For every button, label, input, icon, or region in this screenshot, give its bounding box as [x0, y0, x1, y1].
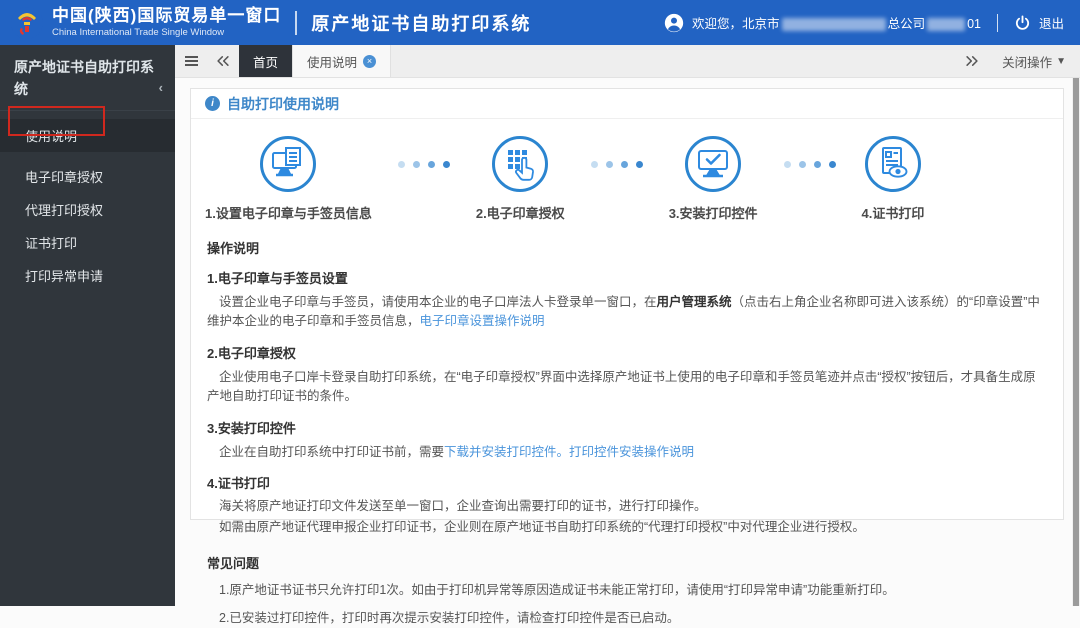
- sidebar-title-text: 原产地证书自助打印系统: [14, 59, 154, 97]
- single-window-logo-icon: [10, 6, 44, 40]
- redacted-company-name: [782, 18, 886, 31]
- sidebar-title: 原产地证书自助打印系统 ‹: [0, 45, 175, 111]
- panel-header: i 自助打印使用说明: [191, 89, 1063, 119]
- brand-title-cn: 中国(陕西)国际贸易单一窗口: [52, 7, 281, 26]
- step-dots: [780, 161, 840, 168]
- user-avatar-icon: [664, 13, 684, 33]
- faq-item-2: 2.已安装过打印控件，打印时再次提示安装打印控件，请检查打印控件是否已启动。: [207, 609, 1047, 628]
- eseal-setup-guide-link[interactable]: 电子印章设置操作说明: [420, 314, 545, 328]
- logout-button[interactable]: 退出: [1014, 13, 1064, 32]
- logout-label: 退出: [1039, 13, 1064, 32]
- section1-paragraph: 设置企业电子印章与手签员，请使用本企业的电子口岸法人卡登录单一窗口，在用户管理系…: [207, 293, 1047, 332]
- brand-title-en: China International Trade Single Window: [52, 28, 281, 38]
- step-setup-eseal: 1.设置电子印章与手签员信息: [205, 135, 372, 222]
- tab-close-icon[interactable]: ×: [363, 55, 376, 68]
- sidebar-item-usage-instructions[interactable]: 使用说明: [0, 119, 175, 152]
- step-label: 2.电子印章授权: [476, 203, 565, 222]
- tab-usage-instructions[interactable]: 使用说明 ×: [292, 45, 391, 77]
- step-label: 3.安装打印控件: [669, 203, 758, 222]
- chevron-down-icon: ▼: [1056, 56, 1066, 67]
- step-label: 4.证书打印: [862, 203, 925, 222]
- sidebar-collapse-icon[interactable]: ‹: [159, 78, 163, 98]
- tab-home[interactable]: 首页: [239, 45, 292, 77]
- close-operations-label: 关闭操作: [1002, 52, 1052, 71]
- step-eseal-authorize: 2.电子印章授权: [476, 135, 565, 222]
- header-divider: [295, 11, 297, 35]
- usage-panel: i 自助打印使用说明 1.设置电子印章与手: [190, 88, 1064, 520]
- sidebar: 原产地证书自助打印系统 ‹ 使用说明 电子印章授权 代理打印授权 证书打印 打印…: [0, 45, 175, 606]
- step-install-control: 3.安装打印控件: [669, 135, 758, 222]
- welcome-text: 欢迎您，北京市 总公司 01: [692, 13, 981, 32]
- sidebar-menu: 使用说明 电子印章授权 代理打印授权 证书打印 打印异常申请: [0, 111, 175, 292]
- redacted-company-suffix: [927, 18, 965, 31]
- main-content: i 自助打印使用说明 1.设置电子印章与手: [175, 78, 1080, 606]
- step-dots: [394, 161, 454, 168]
- tab-usage-label: 使用说明: [307, 52, 357, 71]
- scroll-tabs-right-icon[interactable]: [956, 45, 988, 77]
- app-title: 原产地证书自助打印系统: [311, 10, 531, 36]
- section3-paragraph: 企业在自助打印系统中打印证书前，需要下载并安装打印控件。打印控件安装操作说明: [207, 443, 1047, 462]
- monitor-document-icon: [259, 135, 317, 193]
- tab-bar: 首页 使用说明 × 关闭操作 ▼: [175, 45, 1080, 78]
- welcome-mid: 总公司: [888, 17, 926, 31]
- section4-paragraph-1: 海关将原产地证打印文件发送至单一窗口，企业查询出需要打印的证书，进行打印操作。: [207, 497, 1047, 516]
- operations-heading: 操作说明: [207, 238, 1047, 257]
- welcome-prefix: 欢迎您，北京市: [692, 17, 780, 31]
- power-icon: [1014, 14, 1031, 31]
- sidebar-item-agent-print-authorization[interactable]: 代理打印授权: [0, 193, 175, 226]
- header-right-divider: [997, 14, 998, 32]
- panel-title: 自助打印使用说明: [227, 94, 339, 114]
- sidebar-item-print-exception-request[interactable]: 打印异常申请: [0, 259, 175, 292]
- scrollbar-thumb[interactable]: [1073, 78, 1079, 606]
- section1-heading: 1.电子印章与手签员设置: [207, 268, 1047, 287]
- document-eye-icon: [864, 135, 922, 193]
- brand-block: 中国(陕西)国际贸易单一窗口 China International Trade…: [52, 7, 281, 38]
- menu-toggle-icon[interactable]: [175, 45, 207, 77]
- instructions: 操作说明 1.电子印章与手签员设置 设置企业电子印章与手签员，请使用本企业的电子…: [191, 238, 1063, 628]
- sidebar-item-certificate-print[interactable]: 证书打印: [0, 226, 175, 259]
- section3-text-a: 企业在自助打印系统中打印证书前，需要: [219, 445, 444, 459]
- section1-text-a: 设置企业电子印章与手签员，请使用本企业的电子口岸法人卡登录单一窗口，在: [219, 295, 657, 309]
- section4-heading: 4.证书打印: [207, 473, 1047, 492]
- step-certificate-print: 4.证书打印: [862, 135, 925, 222]
- process-steps: 1.设置电子印章与手签员信息 2.电子印章授权: [191, 119, 1063, 226]
- vertical-scrollbar[interactable]: [1072, 78, 1080, 606]
- section2-heading: 2.电子印章授权: [207, 343, 1047, 362]
- tab-spacer: [391, 45, 956, 77]
- monitor-check-icon: [684, 135, 742, 193]
- top-header: 中国(陕西)国际贸易单一窗口 China International Trade…: [0, 0, 1080, 45]
- step-dots: [587, 161, 647, 168]
- faq-item-1: 1.原产地证书证书只允许打印1次。如由于打印机异常等原因造成证书未能正常打印，请…: [207, 581, 1047, 600]
- sidebar-item-eseal-authorization[interactable]: 电子印章授权: [0, 160, 175, 193]
- keypad-hand-icon: [491, 135, 549, 193]
- control-install-guide-link[interactable]: 打印控件安装操作说明: [569, 445, 694, 459]
- info-icon: i: [205, 96, 220, 111]
- section3-heading: 3.安装打印控件: [207, 418, 1047, 437]
- scroll-tabs-left-icon[interactable]: [207, 45, 239, 77]
- section2-paragraph: 企业使用电子口岸卡登录自助打印系统，在“电子印章授权”界面中选择原产地证书上使用…: [207, 368, 1047, 407]
- step-label: 1.设置电子印章与手签员信息: [205, 203, 372, 222]
- download-install-control-link[interactable]: 下载并安装打印控件。: [444, 445, 569, 459]
- faq-heading: 常见问题: [207, 553, 1047, 572]
- welcome-suffix: 01: [967, 17, 981, 31]
- close-operations-dropdown[interactable]: 关闭操作 ▼: [988, 45, 1080, 77]
- section4-paragraph-2: 如需由原产地证代理申报企业打印证书，企业则在原产地证书自助打印系统的“代理打印授…: [207, 518, 1047, 537]
- section1-bold-text: 用户管理系统: [657, 295, 732, 309]
